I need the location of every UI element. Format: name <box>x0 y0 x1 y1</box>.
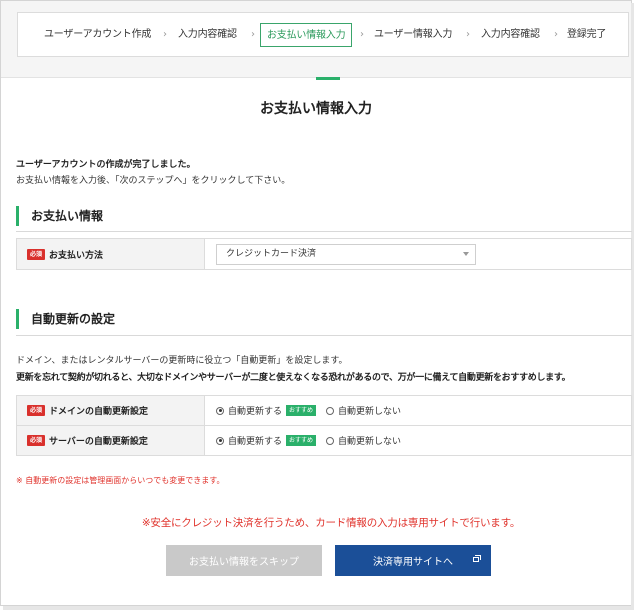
auto-renew-heading: 自動更新の設定 <box>16 309 115 329</box>
recommend-badge: おすすめ <box>286 435 317 446</box>
required-badge: 必須 <box>27 405 45 416</box>
required-badge: 必須 <box>27 249 45 260</box>
server-auto-renew-options: 自動更新する おすすめ 自動更新しない <box>216 426 405 455</box>
page-title: お支払い情報入力 <box>260 101 372 117</box>
domain-auto-renew-off-label[interactable]: 自動更新しない <box>338 404 401 417</box>
domain-auto-renew-label-cell: 必須 ドメインの自動更新設定 <box>17 396 205 425</box>
payment-method-row: 必須 お支払い方法 クレジットカード決済 <box>16 238 632 270</box>
server-auto-renew-label: サーバーの自動更新設定 <box>49 437 148 447</box>
step-chevron-icon: › <box>251 29 255 40</box>
domain-auto-renew-off-radio[interactable] <box>326 406 335 415</box>
step-chevron-icon: › <box>466 29 470 40</box>
server-auto-renew-off-radio[interactable] <box>326 436 335 445</box>
section-divider <box>16 335 632 336</box>
step-1: ユーザーアカウント作成 <box>44 29 152 40</box>
step-indicator: ユーザーアカウント作成 › 入力内容確認 › お支払い情報入力 › ユーザー情報… <box>17 12 629 57</box>
secure-payment-warning: ※安全にクレジット決済を行うため、カード情報の入力は専用サイトで行います。 <box>141 517 521 529</box>
required-badge: 必須 <box>27 435 45 446</box>
step-chevron-icon: › <box>554 29 558 40</box>
domain-auto-renew-options: 自動更新する おすすめ 自動更新しない <box>216 396 405 425</box>
auto-renew-description: ドメイン、またはレンタルサーバーの更新時に役立つ「自動更新」を設定します。 <box>16 356 348 366</box>
step-3-active: お支払い情報入力 <box>260 23 353 47</box>
step-4: ユーザー情報入力 <box>374 29 453 40</box>
step-2: 入力内容確認 <box>178 29 237 40</box>
section-divider <box>16 231 632 232</box>
server-auto-renew-off-label[interactable]: 自動更新しない <box>338 434 401 447</box>
payment-method-label: お支払い方法 <box>49 250 104 261</box>
domain-auto-renew-on-label[interactable]: 自動更新する <box>228 404 282 417</box>
payment-method-selected: クレジットカード決済 <box>226 249 317 259</box>
server-auto-renew-on-radio[interactable] <box>216 436 224 445</box>
active-step-marker <box>316 77 340 80</box>
payment-method-select[interactable]: クレジットカード決済 <box>216 244 476 265</box>
go-to-payment-site-label: 決済専用サイトへ <box>373 557 453 568</box>
server-auto-renew-row: 必須 サーバーの自動更新設定 自動更新する おすすめ 自動更新しない <box>16 425 632 456</box>
frame-shadow-bottom <box>3 606 634 610</box>
chevron-down-icon <box>463 252 469 256</box>
domain-auto-renew-label: ドメインの自動更新設定 <box>49 407 149 417</box>
intro-line-1: ユーザーアカウントの作成が完了しました。 <box>16 160 196 170</box>
recommend-badge: おすすめ <box>286 405 317 416</box>
go-to-payment-site-button[interactable]: 決済専用サイトへ <box>335 545 491 576</box>
step-chevron-icon: › <box>163 29 167 40</box>
domain-auto-renew-row: 必須 ドメインの自動更新設定 自動更新する おすすめ 自動更新しない <box>16 395 632 426</box>
step-5: 入力内容確認 <box>481 29 540 40</box>
auto-renew-recommendation: 更新を忘れて契約が切れると、大切なドメインやサーバーが二度と使えなくなる恐れがあ… <box>16 373 571 383</box>
server-auto-renew-label-cell: 必須 サーバーの自動更新設定 <box>17 426 205 455</box>
domain-auto-renew-on-radio[interactable] <box>216 406 224 415</box>
payment-method-label-cell: 必須 お支払い方法 <box>17 239 205 269</box>
intro-line-2: お支払い情報を入力後、「次のステップへ」をクリックして下さい。 <box>16 176 291 186</box>
skip-payment-button[interactable]: お支払い情報をスキップ <box>166 545 322 576</box>
server-auto-renew-on-label[interactable]: 自動更新する <box>228 434 282 447</box>
auto-renew-note: ※ 自動更新の設定は管理画面からいつでも変更できます。 <box>16 476 225 485</box>
step-chevron-icon: › <box>360 29 364 40</box>
payment-heading: お支払い情報 <box>16 206 103 226</box>
header-band: ユーザーアカウント作成 › 入力内容確認 › お支払い情報入力 › ユーザー情報… <box>1 1 631 78</box>
step-6: 登録完了 <box>567 29 607 40</box>
external-link-icon <box>473 555 481 562</box>
